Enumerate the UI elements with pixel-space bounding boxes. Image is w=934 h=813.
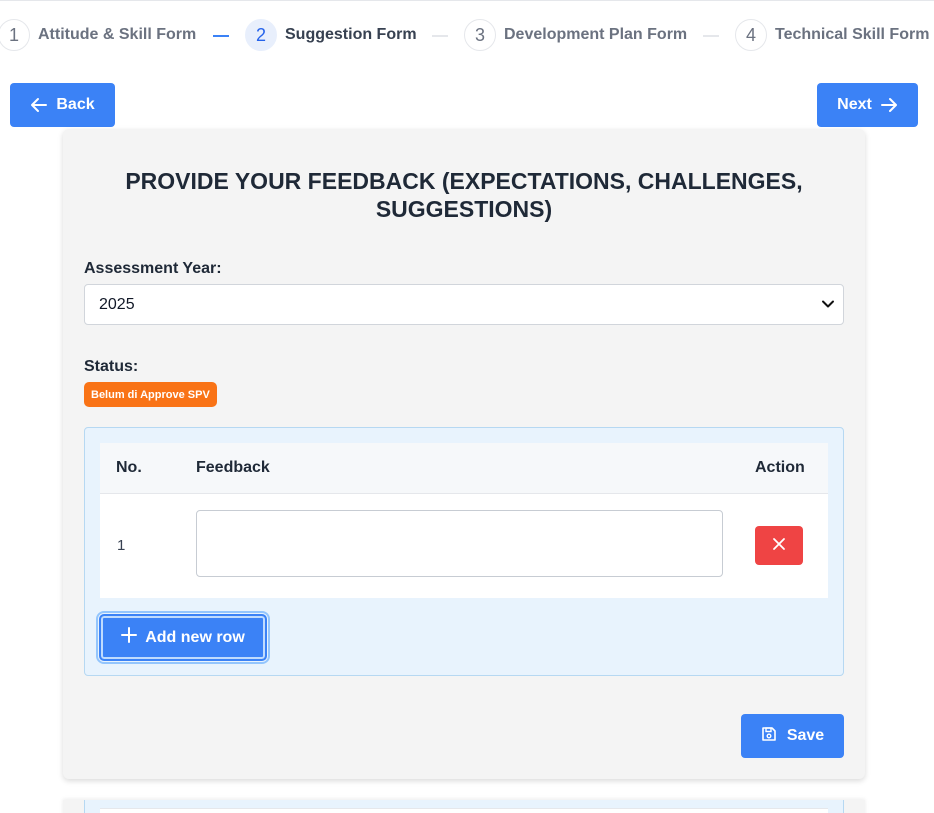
next-button[interactable]: Next [817,83,918,127]
next-card-panel [84,800,844,813]
close-icon [772,537,786,554]
step-number: 1 [0,19,30,51]
feedback-form-card: PROVIDE YOUR FEEDBACK (EXPECTATIONS, CHA… [63,129,865,779]
add-row-button[interactable]: Add new row [96,611,270,664]
step-label: Attitude & Skill Form [38,26,197,43]
column-header-action: Action [755,459,805,476]
back-button-label: Back [56,96,95,113]
add-row-label: Add new row [145,628,245,646]
step-separator [432,35,448,37]
save-icon [761,726,777,747]
step-1[interactable]: 1 Attitude & Skill Form [0,19,196,51]
feedback-textarea[interactable] [196,510,723,577]
step-number: 2 [245,19,277,51]
next-button-label: Next [837,96,872,113]
feedback-table-panel: No. Feedback Action 1 Add new row [84,427,844,676]
save-button-label: Save [786,727,825,744]
step-separator [703,35,719,37]
step-3[interactable]: 3 Development Plan Form [464,19,687,51]
assessment-year-select[interactable]: 2025 [84,284,844,325]
next-card-partial [63,800,865,813]
step-2[interactable]: 2 Suggestion Form [245,19,417,51]
step-separator [213,35,229,37]
delete-row-button[interactable] [755,526,803,565]
arrow-right-icon [880,97,898,113]
page-title: PROVIDE YOUR FEEDBACK (EXPECTATIONS, CHA… [125,168,803,222]
step-number: 4 [735,19,767,51]
form-stepper: 1 Attitude & Skill Form 2 Suggestion For… [0,0,934,68]
step-label: Suggestion Form [285,26,417,43]
feedback-table: No. Feedback Action 1 [100,443,828,598]
column-header-no: No. [116,459,142,476]
plus-icon [121,627,138,648]
back-button[interactable]: Back [10,83,115,127]
column-header-feedback: Feedback [196,459,270,476]
step-4[interactable]: 4 Technical Skill Form [735,19,929,51]
next-card-table [100,808,828,813]
status-badge: Belum di Approve SPV [84,382,217,407]
save-button[interactable]: Save [741,714,844,758]
table-header: No. Feedback Action [100,443,828,494]
step-label: Technical Skill Form [775,26,930,43]
arrow-left-icon [30,97,48,113]
step-label: Development Plan Form [504,26,688,43]
step-number: 3 [464,19,496,51]
assessment-year-label: Assessment Year: [84,260,222,277]
chevron-down-icon [821,297,835,316]
status-label: Status: [84,358,139,375]
assessment-year-value: 2025 [99,295,135,313]
row-number: 1 [117,537,126,554]
